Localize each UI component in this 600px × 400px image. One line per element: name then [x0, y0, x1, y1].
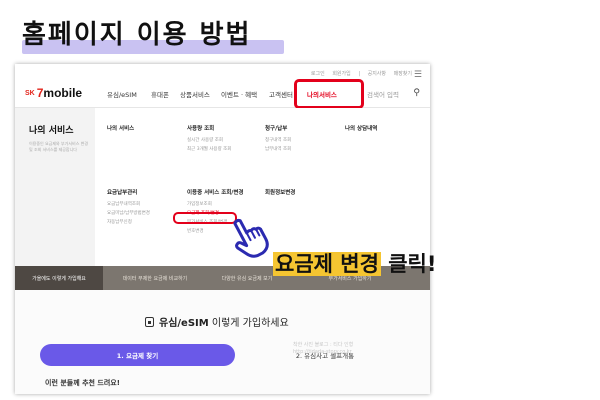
- logo-sk: SK: [25, 90, 35, 97]
- menu-col-title[interactable]: 나의 상담내역: [345, 126, 377, 132]
- menu-item[interactable]: 가입정보조회: [187, 201, 243, 207]
- util-sep: |: [358, 71, 360, 77]
- callout-rest: 클릭!: [380, 252, 437, 276]
- util-notice[interactable]: 공지사항: [368, 71, 386, 77]
- search-icon[interactable]: ⚲: [413, 88, 420, 98]
- banner-tab[interactable]: 가을에도 이렇게 가입해요: [15, 266, 103, 290]
- menu-item[interactable]: 실시간 사용량 조회: [187, 137, 231, 143]
- menu-item[interactable]: 납부내역 조회: [265, 146, 291, 152]
- headline: 홈페이지 이용 방법: [22, 14, 284, 54]
- step-find-plan-button[interactable]: 1. 요금제 찾기: [40, 344, 235, 366]
- nav-support[interactable]: 고객센터: [269, 89, 293, 99]
- search-input[interactable]: 검색어 입력: [367, 89, 399, 99]
- menu-col-title[interactable]: 청구/납부: [265, 126, 287, 132]
- promo-title-rest: 이렇게 가입하세요: [208, 318, 289, 329]
- menu-item[interactable]: 자동납부신청: [107, 219, 150, 225]
- menu-item[interactable]: 청구내역 조회: [265, 137, 291, 143]
- watermark-line: 착한 사진 블로그 : 티다 인형: [293, 342, 354, 348]
- nav-usim-esim[interactable]: 유심/eSIM: [107, 89, 137, 99]
- logo-mobile: mobile: [43, 86, 83, 100]
- website-screenshot: 로그인 회원가입 | 공지사항 매장찾기 ☰ SK 7mobile 유심/eSIM…: [15, 64, 430, 394]
- utility-links: 로그인 회원가입 | 공지사항 매장찾기: [305, 70, 412, 77]
- sim-card-icon: [145, 317, 154, 327]
- nav-phone[interactable]: 휴대폰: [151, 89, 169, 99]
- mega-side-panel: 나의 서비스 이용중인 요금제와 부가서비스 변경 및 조회 서비스를 제공합니…: [15, 108, 95, 266]
- menu-col-usage: 사용량 조회 실시간 사용량 조회 최근 3개월 사용량 조회: [187, 124, 231, 152]
- main-nav: SK 7mobile 유심/eSIM 휴대폰 상품서비스 이벤트 · 혜택 고객센…: [15, 78, 430, 109]
- menu-col-title[interactable]: 회원정보변경: [265, 190, 295, 196]
- menu-col-title[interactable]: 사용량 조회: [187, 126, 214, 132]
- promo-title-bold: 유심/eSIM: [159, 318, 209, 329]
- banner-tab[interactable]: 데이터 무제한 요금제 비교하기: [115, 266, 195, 290]
- menu-col-title[interactable]: 이용중 서비스 조회/변경: [187, 190, 243, 196]
- promo-section: 유심/eSIM 이렇게 가입하세요 1. 요금제 찾기 2. 유심사고 셀프개통…: [15, 290, 430, 394]
- menu-col-payment: 요금납부관리 요금납부내역조회 요금미납/납부방법변경 자동납부신청: [107, 188, 150, 225]
- nav-events[interactable]: 이벤트 · 혜택: [221, 89, 257, 99]
- util-signup[interactable]: 회원가입: [332, 71, 350, 77]
- mega-side-desc: 이용중인 요금제와 부가서비스 변경 및 조회 서비스를 제공합니다: [29, 141, 89, 152]
- callout-text: 요금제 변경 클릭!: [273, 248, 436, 278]
- menu-item[interactable]: 요금미납/납부방법변경: [107, 210, 150, 216]
- menu-col-consult: 나의 상담내역: [345, 124, 377, 132]
- watermark-line: http://tidada-story.co.kr: [293, 349, 352, 355]
- mega-menu: 나의 서비스 이용중인 요금제와 부가서비스 변경 및 조회 서비스를 제공합니…: [15, 108, 430, 266]
- watermark: 착한 사진 블로그 : 티다 인형 http://tidada-story.co…: [293, 342, 353, 356]
- menu-col-billing: 청구/납부 청구내역 조회 납부내역 조회: [265, 124, 291, 152]
- headline-text: 홈페이지 이용 방법: [22, 20, 252, 50]
- promo-title: 유심/eSIM 이렇게 가입하세요: [145, 314, 289, 329]
- hand-pointer-icon: [233, 218, 269, 258]
- promo-recommend-text: 이런 분들께 추천 드려요!: [45, 379, 120, 387]
- menu-col-member: 회원정보변경: [265, 188, 295, 196]
- util-store[interactable]: 매장찾기: [394, 71, 412, 77]
- sk7mobile-logo[interactable]: SK 7mobile: [25, 86, 82, 100]
- nav-my-service[interactable]: 나의서비스: [307, 89, 337, 99]
- nav-products[interactable]: 상품서비스: [180, 89, 210, 99]
- menu-col-title[interactable]: 요금납부관리: [107, 190, 137, 196]
- menu-item[interactable]: 최근 3개월 사용량 조회: [187, 146, 231, 152]
- menu-col-my-service: 나의 서비스: [107, 124, 134, 132]
- util-login[interactable]: 로그인: [311, 71, 325, 77]
- menu-item[interactable]: 요금납부내역조회: [107, 201, 150, 207]
- callout-highlight: 요금제 변경: [273, 252, 381, 276]
- menu-col-title[interactable]: 나의 서비스: [107, 126, 134, 132]
- mega-side-title: 나의 서비스: [29, 126, 74, 136]
